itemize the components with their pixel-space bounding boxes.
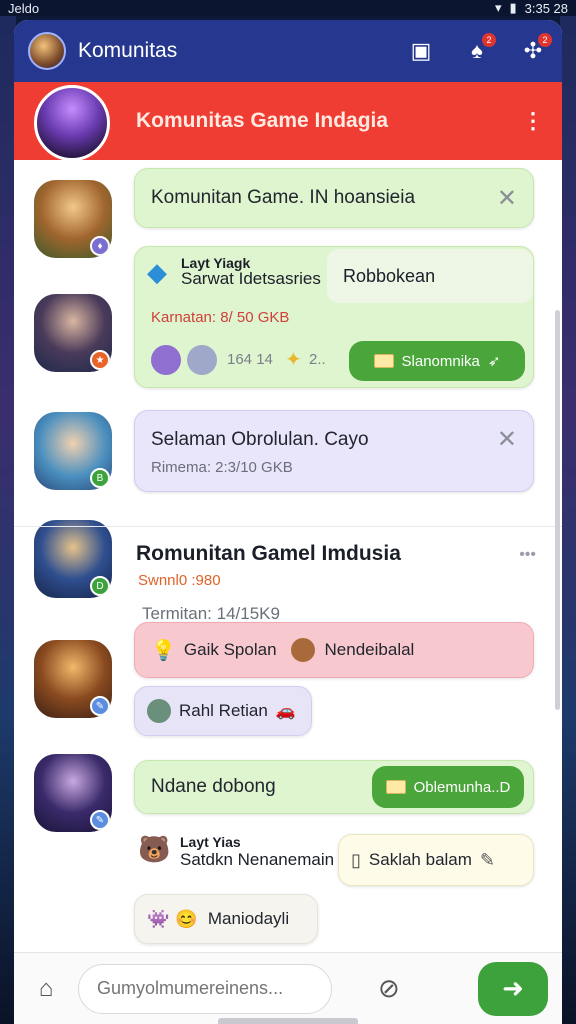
- close-icon[interactable]: ✕: [497, 425, 517, 454]
- app-bar: Komunitas ▣ ♠ 2 ✣ 2: [14, 20, 562, 82]
- reaction-text: Nendeibalal: [324, 640, 415, 659]
- scrollbar[interactable]: [555, 310, 560, 710]
- tag-chip[interactable]: ▯ Saklah balam ✎: [338, 834, 534, 886]
- role-badge-icon: B: [90, 468, 110, 488]
- close-icon[interactable]: ✕: [497, 184, 517, 213]
- message-meta: Rimema: 2:3/10 GKB: [151, 459, 293, 476]
- reactor-avatar: [151, 345, 181, 375]
- diamond-icon: ◆: [147, 257, 167, 287]
- settings-badge: 2: [538, 33, 552, 47]
- background-art-right: [560, 0, 576, 1024]
- envelope-icon: [373, 354, 394, 368]
- message-text: Selaman Obrolulan. Cayo: [151, 429, 369, 450]
- reaction-count: 164 14: [227, 351, 273, 368]
- role-badge-icon: D: [90, 576, 110, 596]
- open-button-label: Oblemunha..D: [413, 778, 511, 796]
- profile-avatar[interactable]: [28, 32, 66, 70]
- video-chat-icon[interactable]: ▣: [406, 37, 436, 65]
- post-meta: Karnatan: 8/ 50 GKB: [151, 309, 290, 326]
- message-text: Ndane dobong: [151, 776, 276, 797]
- message-text: Komunitan Game. IN hoansieia: [151, 187, 416, 208]
- message-bubble[interactable]: Komunitan Game. IN hoansieia ✕: [134, 168, 534, 228]
- message-bubble[interactable]: Selaman Obrolulan. Cayo Rimema: 2:3/10 G…: [134, 410, 534, 492]
- open-button-label: Slanomnika: [401, 352, 480, 370]
- member-avatar[interactable]: D: [34, 520, 112, 598]
- open-button[interactable]: Oblemunha..D: [372, 766, 524, 808]
- role-badge-icon: ✎: [90, 696, 110, 716]
- send-button[interactable]: ➜: [478, 961, 548, 1016]
- battery-icon: ▮: [509, 0, 517, 15]
- post-label: Layt Yias: [180, 834, 241, 850]
- role-badge-icon: ✎: [90, 810, 110, 830]
- reaction-bubble[interactable]: 💡 Gaik Spolan Nendeibalal: [134, 622, 534, 678]
- post-meta: Termitan: 14/15K9: [142, 604, 280, 623]
- bulb-icon: 💡: [151, 639, 176, 662]
- post-sublabel: Sarwat Idetsasries: [181, 269, 321, 288]
- reactor-avatar: [187, 345, 217, 375]
- notification-badge: 2: [482, 33, 496, 47]
- message-feed[interactable]: ♦ ★ B D ✎ ✎ Komunitan Game. IN hoansieia…: [14, 160, 562, 952]
- message-input[interactable]: [78, 963, 332, 1014]
- status-carrier: Jeldo: [8, 0, 40, 16]
- send-icon: ➜: [502, 973, 524, 1003]
- reaction-text: Gaik Spolan: [183, 640, 277, 659]
- bear-icon: 🐻: [138, 834, 171, 864]
- member-avatar[interactable]: ♦: [34, 180, 112, 258]
- settings-icon[interactable]: ✣ 2: [518, 33, 552, 65]
- tag-chip-label: Saklah balam: [368, 850, 472, 869]
- member-avatar[interactable]: B: [34, 412, 112, 490]
- post-sublabel: Satdkn Nenanemain: [180, 850, 335, 869]
- member-avatar[interactable]: ✎: [34, 640, 112, 718]
- status-time: 3:35 28: [524, 0, 568, 16]
- shared-post-card[interactable]: ◆ Layt Yiagk Sarwat Idetsasries Robbokea…: [134, 246, 534, 388]
- community-banner[interactable]: Komunitas Game Indagia ⋮: [14, 82, 562, 161]
- more-icon[interactable]: •••: [519, 546, 536, 564]
- home-icon[interactable]: ⌂: [28, 971, 64, 1007]
- document-icon: ▯: [351, 849, 361, 870]
- wifi-icon: ▾: [494, 0, 502, 15]
- composer-bar: ⌂ ⊘ ➜: [14, 952, 562, 1024]
- kebab-icon[interactable]: ⋮: [522, 108, 544, 134]
- notifications-icon[interactable]: ♠ 2: [462, 33, 496, 65]
- reactor-avatar: [290, 638, 315, 662]
- attach-icon[interactable]: ⊘: [378, 973, 400, 1004]
- open-button[interactable]: Slanomnika ➶: [349, 341, 525, 381]
- car-icon: 🚗: [275, 703, 296, 720]
- share-count: 2..: [309, 351, 326, 368]
- home-indicator[interactable]: [218, 1018, 358, 1024]
- app-window: Komunitas ▣ ♠ 2 ✣ 2 Komunitas Game Indagia…: [14, 20, 562, 1024]
- divider: [14, 526, 562, 527]
- reactor-avatar: [147, 699, 171, 723]
- role-badge-icon: ★: [90, 350, 110, 370]
- ghost-icon: 👾: [147, 908, 170, 929]
- tag-chip[interactable]: Robbokean: [327, 249, 533, 303]
- envelope-icon: [385, 780, 406, 794]
- app-title: Komunitas: [78, 39, 178, 62]
- status-bar: Jeldo ▾ ▮ 3:35 28: [0, 0, 576, 16]
- pencil-icon[interactable]: ✎: [480, 850, 495, 871]
- community-title: Komunitas Game Indagia: [136, 109, 389, 132]
- role-badge-icon: ♦: [90, 236, 110, 256]
- reaction-bubble[interactable]: Rahl Retian 🚗: [134, 686, 312, 736]
- community-avatar: [34, 85, 110, 161]
- member-avatar[interactable]: ★: [34, 294, 112, 372]
- post-title: Romunitan Gamel Imdusia: [136, 542, 401, 565]
- member-avatar[interactable]: ✎: [34, 754, 112, 832]
- star-icon: ✦: [285, 349, 302, 371]
- smile-icon: 😊: [175, 908, 198, 929]
- arrow-icon: ➶: [487, 353, 501, 370]
- reaction-text: Maniodayli: [207, 909, 290, 928]
- reaction-bubble[interactable]: 👾 😊 Maniodayli: [134, 894, 318, 944]
- post-subtitle: Swnnl0 :980: [138, 572, 221, 589]
- reaction-text: Rahl Retian: [179, 701, 268, 720]
